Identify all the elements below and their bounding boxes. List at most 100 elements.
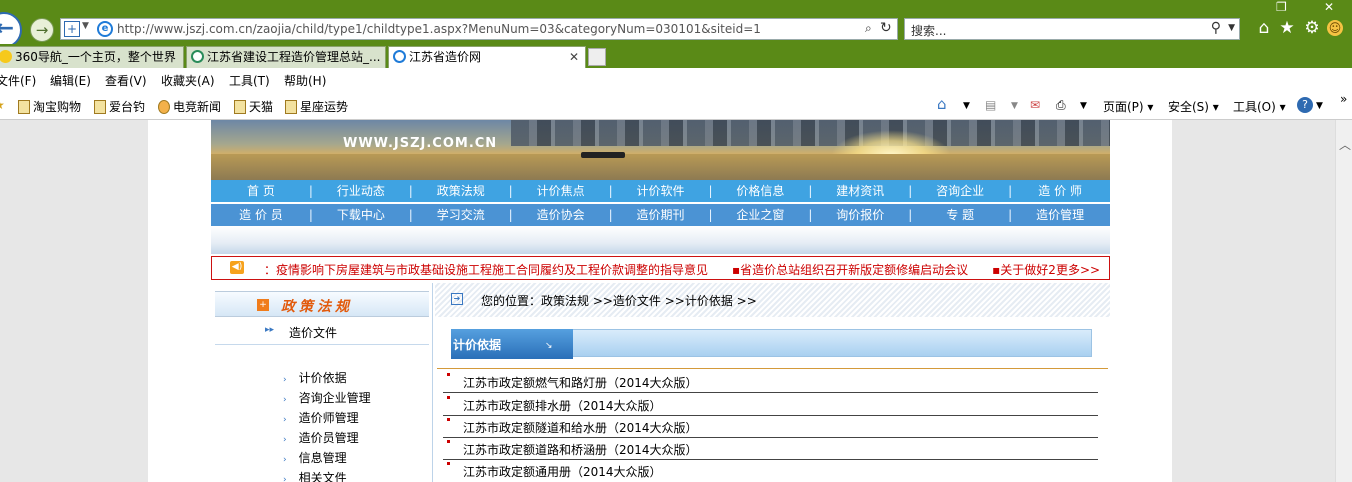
bullet — [447, 462, 450, 465]
nav-item[interactable]: 政策法规 — [409, 180, 511, 202]
boat — [581, 152, 625, 158]
document-link[interactable]: 江苏市政定额隧道和给水册（2014大众版） — [463, 419, 698, 436]
list-item[interactable]: 江苏市政定额排水册（2014大众版） — [443, 394, 1098, 416]
site-logo-icon — [191, 50, 204, 63]
webpage: WWW.JSZJ.COM.CN 首 页 行业动态 政策法规 计价焦点 计价软件 … — [148, 120, 1172, 482]
fav-aitaidiao[interactable]: 爱台钓 — [94, 98, 145, 115]
sidebar-item-consulting-firms[interactable]: › 咨询企业管理 — [283, 389, 371, 406]
fav-horoscope[interactable]: 星座运势 — [285, 98, 348, 115]
safety-menu[interactable]: 安全(S) ▾ — [1168, 98, 1219, 115]
page-menu[interactable]: 页面(P) ▾ — [1103, 98, 1153, 115]
home-icon[interactable]: ⌂ — [1254, 18, 1274, 38]
chevron-down-icon[interactable]: ▼ — [1228, 23, 1235, 33]
restore-window-icon[interactable]: ❐ — [1276, 0, 1287, 14]
category-tab[interactable]: 计价依据 ↘ — [451, 329, 573, 359]
tab-360-nav[interactable]: 360导航_一个主页，整个世界 — [0, 46, 184, 68]
menu-help[interactable]: 帮助(H) — [284, 72, 326, 89]
nav-item[interactable]: 价格信息 — [708, 180, 810, 202]
scroll-up-icon[interactable]: ︿ — [1339, 136, 1351, 153]
search-input[interactable]: 搜索... ⚲ ▼ — [904, 18, 1240, 40]
rss-feed-icon[interactable]: ▤ — [985, 98, 996, 112]
nav-item[interactable]: 询价报价 — [808, 204, 910, 226]
chevron-down-icon[interactable]: ▼ — [1080, 101, 1087, 111]
address-url[interactable]: http://www.jszj.com.cn/zaojia/child/type… — [117, 22, 761, 36]
tab-jszj-current[interactable]: 江苏省造价网 ✕ — [388, 46, 586, 68]
tools-menu[interactable]: 工具(O) ▾ — [1233, 98, 1286, 115]
nav-item[interactable]: 计价焦点 — [509, 180, 611, 202]
overflow-chevron-icon[interactable]: » — [1340, 92, 1347, 106]
nav-item[interactable]: 专 题 — [908, 204, 1010, 226]
breadcrumb-bar: ➔ 您的位置：政策法规 >>造价文件 >>计价依据 >> — [435, 283, 1110, 317]
star-icon[interactable]: ★ — [1277, 18, 1297, 38]
nav-item[interactable]: 造价管理 — [1008, 204, 1110, 226]
breadcrumb[interactable]: 您的位置：政策法规 >>造价文件 >>计价依据 >> — [481, 292, 757, 309]
nav-item[interactable]: 下载中心 — [309, 204, 411, 226]
nav-item[interactable]: 造价协会 — [509, 204, 611, 226]
nav-item[interactable]: 造 价 员 — [211, 204, 311, 226]
menu-edit[interactable]: 编辑(E) — [50, 72, 91, 89]
nav-item[interactable]: 建材资讯 — [808, 180, 910, 202]
search-icon[interactable]: ⌕ — [865, 21, 872, 36]
sidebar-current-label: 造价文件 — [289, 326, 338, 340]
address-bar[interactable]: + ▼ e http://www.jszj.com.cn/zaojia/chil… — [60, 18, 898, 40]
document-link[interactable]: 江苏市政定额排水册（2014大众版） — [463, 397, 662, 414]
home-icon[interactable]: ⌂ — [937, 95, 947, 113]
more-link[interactable]: 更多>> — [1056, 261, 1100, 278]
nav-item[interactable]: 学习交流 — [409, 204, 511, 226]
document-link[interactable]: 江苏市政定额燃气和路灯册（2014大众版） — [463, 374, 698, 391]
nav-item[interactable]: 首 页 — [211, 180, 311, 202]
arrow-icon: › — [283, 455, 287, 465]
sidebar-item-info-mgmt[interactable]: › 信息管理 — [283, 449, 347, 466]
forward-button[interactable]: → — [30, 18, 54, 42]
menu-view[interactable]: 查看(V) — [105, 72, 147, 89]
notice-marquee[interactable]: ：疫情影响下房屋建筑与市政基础设施工程施工合同履约及工程价款调整的指导意见 ▪省… — [264, 261, 1056, 277]
compat-view-icon[interactable]: + — [64, 21, 80, 37]
fav-tmall[interactable]: 天猫 — [234, 98, 273, 115]
list-item[interactable]: 江苏市政定额道路和桥涵册（2014大众版） — [443, 438, 1098, 460]
sidebar-item-related-files[interactable]: › 相关文件 — [283, 469, 347, 482]
list-item[interactable]: 江苏市政定额隧道和给水册（2014大众版） — [443, 416, 1098, 438]
menu-tools[interactable]: 工具(T) — [229, 72, 270, 89]
nav-item[interactable]: 行业动态 — [309, 180, 411, 202]
sidebar-item-cost-engineers[interactable]: › 造价师管理 — [283, 409, 359, 426]
sidebar-current-section[interactable]: ▸▸ 造价文件 — [215, 319, 429, 345]
arrow-icon: › — [283, 435, 287, 445]
magnifier-icon[interactable]: ⚲ — [1211, 20, 1221, 36]
mail-icon[interactable]: ✉ — [1030, 98, 1040, 112]
favorites-bar-icon[interactable]: ★ — [0, 98, 5, 112]
arrow-icon: › — [283, 375, 287, 385]
menu-favorites[interactable]: 收藏夹(A) — [161, 72, 215, 89]
close-tab-icon[interactable]: ✕ — [569, 47, 579, 67]
smiley-feedback-icon[interactable]: ☺ — [1327, 20, 1343, 36]
nav-item[interactable]: 造 价 师 — [1008, 180, 1110, 202]
help-icon[interactable]: ? — [1297, 97, 1313, 113]
sidebar-item-label: 造价员管理 — [298, 431, 359, 445]
gear-icon[interactable]: ⚙ — [1302, 18, 1322, 38]
sidebar-item-pricing-basis[interactable]: › 计价依据 — [283, 369, 347, 386]
vertical-scrollbar[interactable]: ︿ — [1335, 120, 1352, 482]
list-item[interactable]: 江苏市政定额燃气和路灯册（2014大众版） — [443, 371, 1098, 393]
nav-item[interactable]: 咨询企业 — [908, 180, 1010, 202]
chevron-down-icon[interactable]: ▼ — [1011, 101, 1018, 111]
print-icon[interactable]: ⎙ — [1056, 98, 1066, 113]
nav-item[interactable]: 计价软件 — [609, 180, 711, 202]
refresh-icon[interactable]: ↻ — [880, 20, 892, 36]
nav-item[interactable]: 企业之窗 — [708, 204, 810, 226]
fav-taobao[interactable]: 淘宝购物 — [18, 98, 81, 115]
sidebar-item-cost-staff[interactable]: › 造价员管理 — [283, 429, 359, 446]
close-window-icon[interactable]: ✕ — [1324, 0, 1334, 14]
menu-file[interactable]: 文件(F) — [0, 72, 36, 89]
nav-item[interactable]: 造价期刊 — [609, 204, 711, 226]
fav-esports-news[interactable]: 电竞新闻 — [158, 98, 221, 115]
page-icon — [234, 100, 246, 114]
document-link[interactable]: 江苏市政定额道路和桥涵册（2014大众版） — [463, 441, 698, 458]
back-button[interactable]: ← — [0, 12, 22, 48]
tab-jszj-station[interactable]: 江苏省建设工程造价管理总站_... — [186, 46, 386, 68]
category-tab-label: 计价依据 — [453, 338, 502, 352]
chevron-down-icon[interactable]: ▼ — [963, 101, 970, 111]
chevron-down-icon[interactable]: ▼ — [82, 21, 89, 31]
chevron-down-icon[interactable]: ▼ — [1316, 101, 1323, 111]
document-link[interactable]: 江苏市政定额通用册（2014大众版） — [463, 463, 662, 480]
new-tab-button[interactable] — [588, 48, 606, 66]
list-item[interactable]: 江苏市政定额通用册（2014大众版） — [443, 460, 1098, 482]
